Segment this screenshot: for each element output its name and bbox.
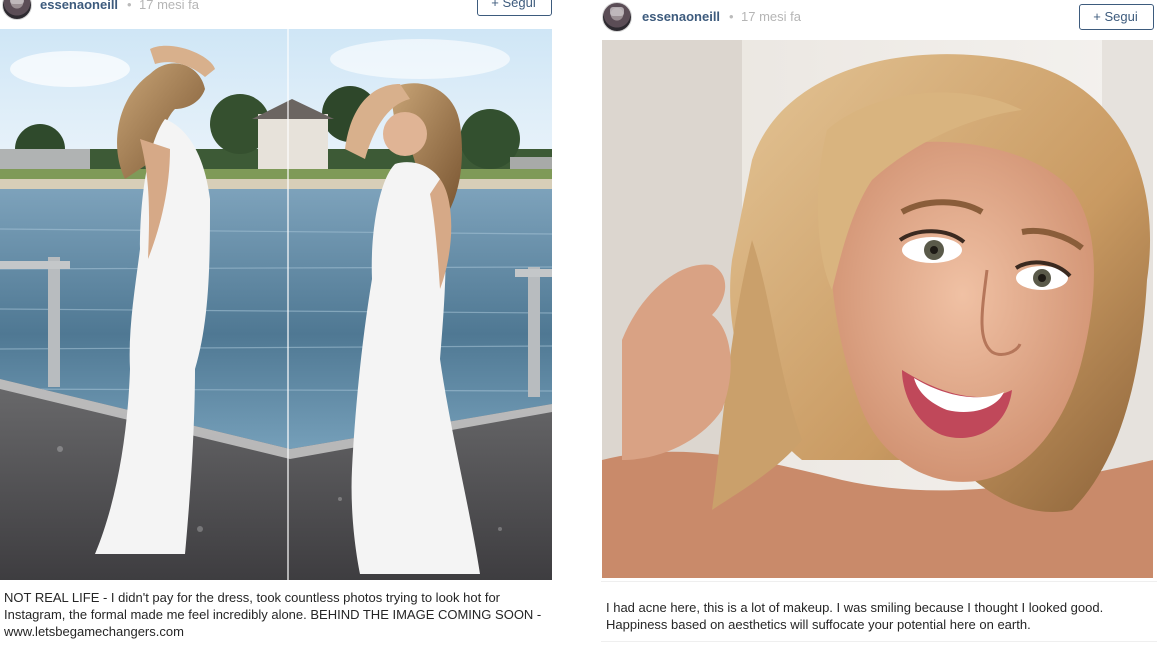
dress-photo-image bbox=[0, 29, 552, 580]
separator-dot: • bbox=[127, 0, 132, 12]
username-link[interactable]: essenaoneill bbox=[642, 9, 720, 24]
caption-divider bbox=[601, 581, 1157, 582]
post-caption: I had acne here, this is a lot of makeup… bbox=[606, 600, 1104, 632]
username-link[interactable]: essenaoneill bbox=[40, 0, 118, 12]
post-photo[interactable] bbox=[602, 40, 1153, 578]
feed-gap bbox=[552, 0, 601, 659]
avatar[interactable] bbox=[2, 0, 32, 20]
post-header: essenaoneill • 17 mesi fa + Segui bbox=[601, 1, 1157, 32]
post-photo[interactable] bbox=[0, 29, 552, 580]
separator-dot: • bbox=[729, 9, 734, 24]
post-card: essenaoneill • 17 mesi fa + Segui bbox=[0, 0, 552, 659]
post-caption: NOT REAL LIFE - I didn't pay for the dre… bbox=[4, 590, 542, 639]
caption-divider bbox=[601, 641, 1157, 642]
follow-button[interactable]: + Segui bbox=[1079, 4, 1154, 30]
post-card: essenaoneill • 17 mesi fa + Segui bbox=[601, 0, 1157, 659]
post-timestamp[interactable]: 17 mesi fa bbox=[139, 0, 199, 12]
avatar[interactable] bbox=[602, 2, 632, 32]
follow-button[interactable]: + Segui bbox=[477, 0, 552, 16]
selfie-photo-image bbox=[602, 40, 1153, 578]
post-timestamp[interactable]: 17 mesi fa bbox=[741, 9, 801, 24]
post-header: essenaoneill • 17 mesi fa + Segui bbox=[0, 0, 552, 20]
